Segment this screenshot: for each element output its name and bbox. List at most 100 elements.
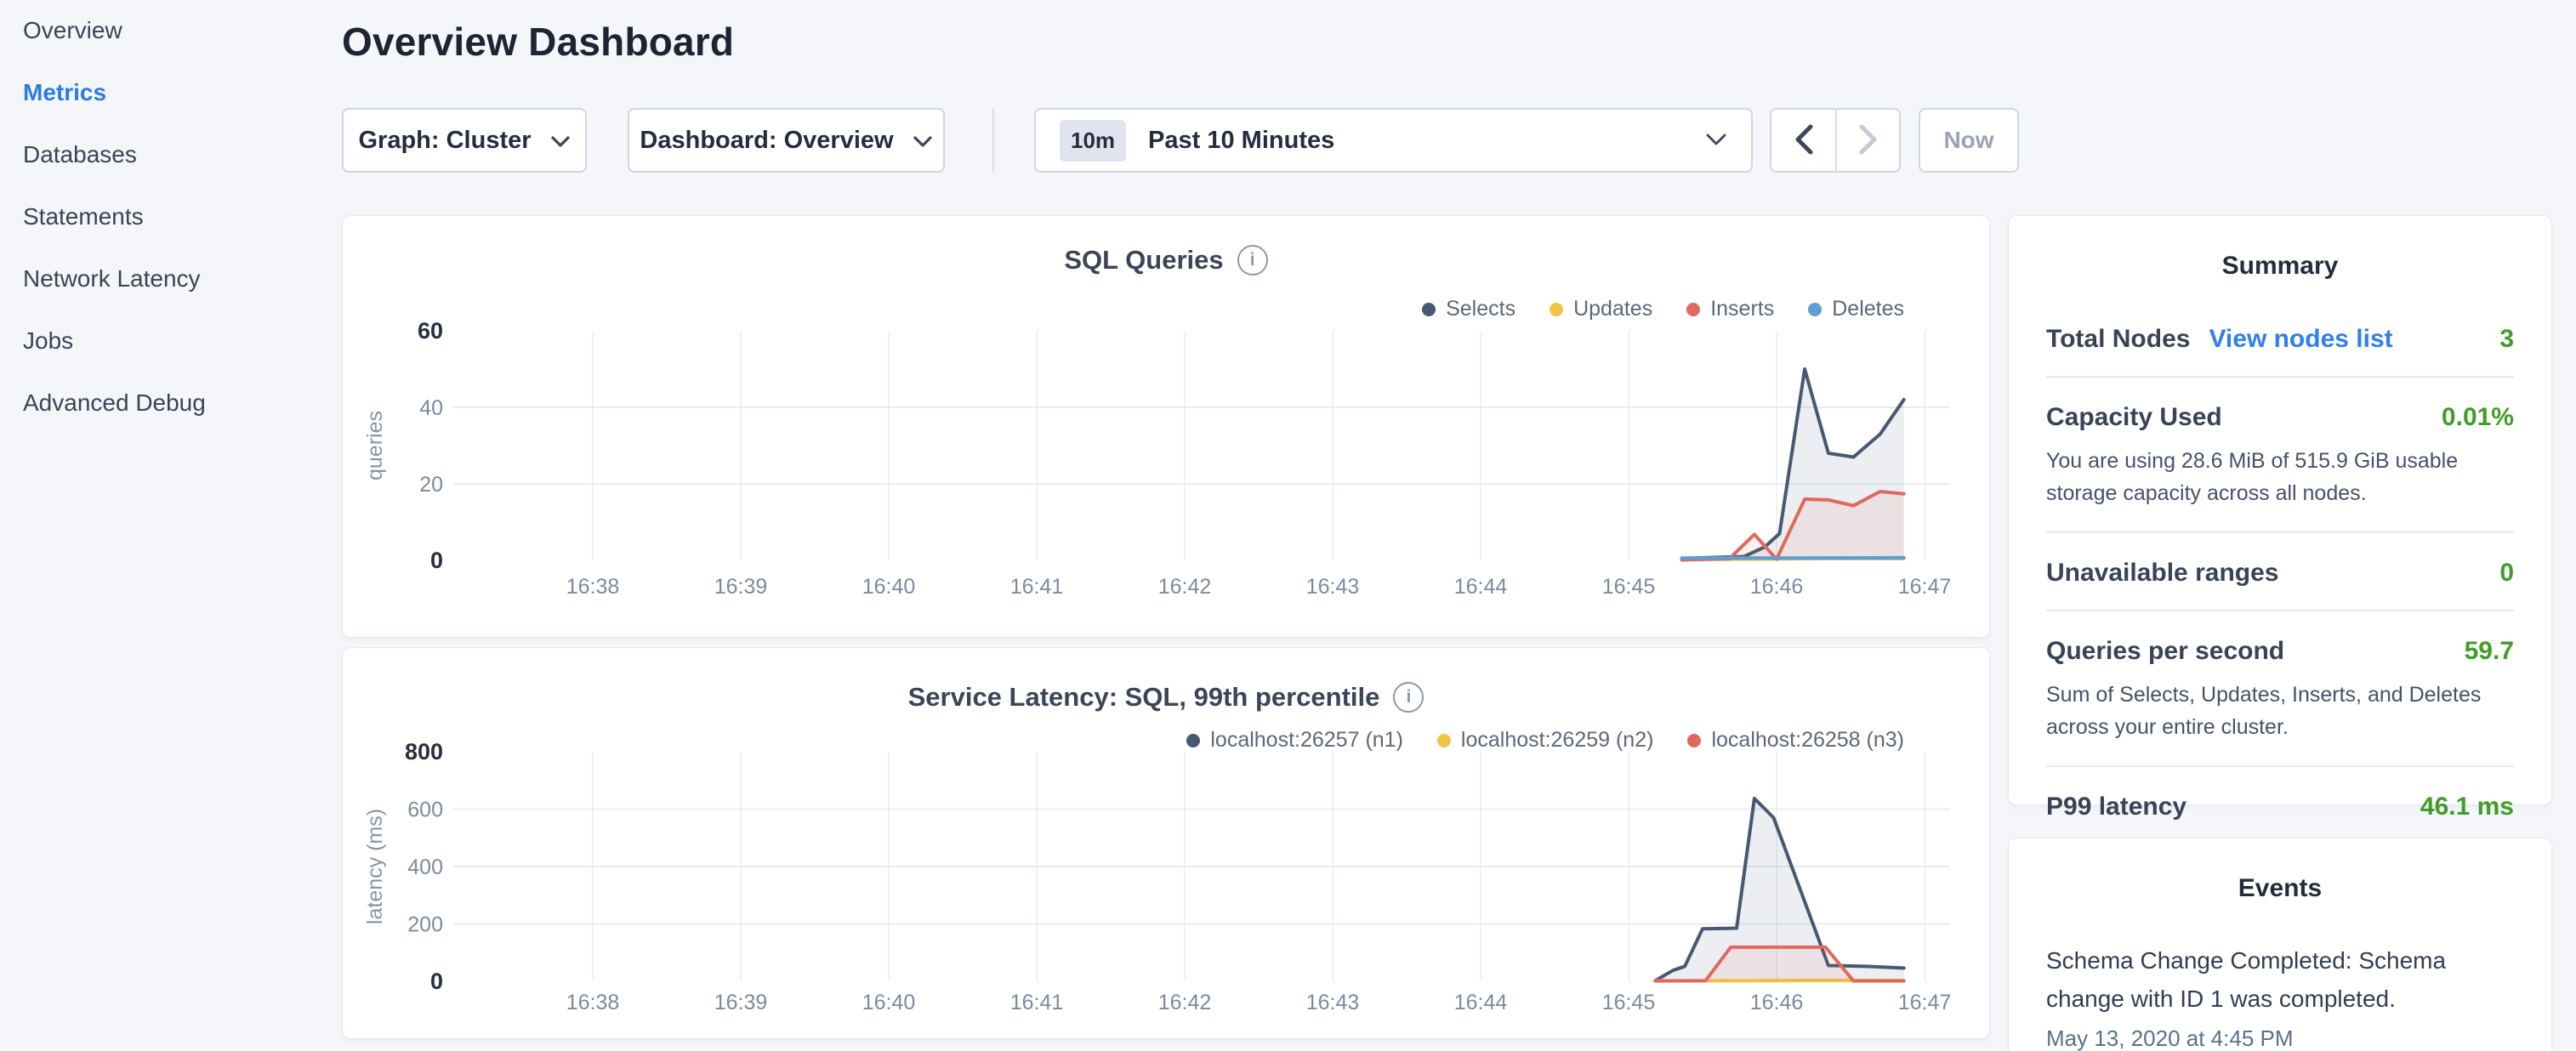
- legend-item-localhost-26259-n2-[interactable]: localhost:26259 (n2): [1437, 728, 1654, 753]
- legend-item-deletes[interactable]: Deletes: [1808, 297, 1904, 321]
- legend-dot-icon: [1437, 734, 1451, 747]
- svg-text:16:46: 16:46: [1750, 575, 1804, 599]
- chart-legend: localhost:26257 (n1) localhost:26259 (n2)…: [1186, 728, 1904, 753]
- sidebar-item-label: Metrics: [23, 79, 106, 105]
- dashboard-dropdown-label: Dashboard: Overview: [640, 127, 893, 155]
- summary-row-top: Unavailable ranges0: [2046, 559, 2514, 588]
- svg-text:16:41: 16:41: [1010, 575, 1064, 599]
- summary-row-top: Capacity Used0.01%: [2046, 403, 2514, 432]
- legend-item-inserts[interactable]: Inserts: [1686, 297, 1774, 321]
- time-next-button[interactable]: [1835, 110, 1899, 171]
- chart-title: SQL Queries: [1064, 245, 1223, 276]
- summary-title: Summary: [2009, 252, 2551, 281]
- summary-row-queries-per-second: Queries per second59.7 Sum of Selects, Up…: [2046, 637, 2514, 743]
- summary-label: Total Nodes: [2046, 325, 2190, 354]
- info-icon[interactable]: i: [1393, 682, 1424, 713]
- events-title: Events: [2009, 874, 2551, 903]
- summary-row-top: Queries per second59.7: [2046, 637, 2514, 666]
- event-timestamp: May 13, 2020 at 4:45 PM: [2046, 1025, 2514, 1051]
- legend-label: localhost:26259 (n2): [1461, 728, 1654, 753]
- summary-divider: [2046, 531, 2514, 533]
- svg-text:16:40: 16:40: [862, 991, 916, 1014]
- chart-legend: Selects Updates Inserts Deletes: [1422, 297, 1904, 321]
- svg-text:16:38: 16:38: [566, 575, 620, 599]
- svg-text:16:43: 16:43: [1306, 575, 1360, 599]
- sidebar: Overview Metrics Databases Statements Networ…: [23, 17, 329, 452]
- summary-divider: [2046, 610, 2514, 611]
- sidebar-item-jobs[interactable]: Jobs: [23, 327, 329, 355]
- svg-text:16:42: 16:42: [1158, 991, 1212, 1014]
- legend-dot-icon: [1686, 303, 1700, 316]
- legend-dot-icon: [1808, 303, 1822, 316]
- legend-label: localhost:26257 (n1): [1210, 728, 1403, 753]
- summary-label: P99 latency: [2046, 793, 2186, 821]
- sidebar-item-overview[interactable]: Overview: [23, 17, 329, 44]
- chevron-down-icon: [1705, 133, 1727, 149]
- svg-text:16:46: 16:46: [1750, 991, 1804, 1014]
- toolbar: Graph: Cluster Dashboard: Overview 10m P…: [342, 107, 2019, 173]
- nodes-list-link[interactable]: View nodes list: [2209, 325, 2392, 354]
- svg-text:0: 0: [430, 969, 443, 994]
- legend-item-localhost-26258-n3-[interactable]: localhost:26258 (n3): [1687, 728, 1904, 753]
- svg-text:16:44: 16:44: [1454, 575, 1508, 599]
- legend-label: Inserts: [1710, 297, 1774, 321]
- summary-row-top: Total Nodes View nodes list 3: [2046, 325, 2514, 354]
- chevron-right-icon: [1857, 123, 1879, 158]
- summary-value: 46.1 ms: [2420, 793, 2514, 821]
- svg-text:queries: queries: [363, 411, 387, 480]
- time-prev-button[interactable]: [1771, 110, 1835, 171]
- summary-row-top: P99 latency 46.1 ms: [2046, 793, 2514, 821]
- svg-text:0: 0: [430, 548, 443, 573]
- time-range-picker[interactable]: 10m Past 10 Minutes: [1034, 108, 1753, 173]
- summary-divider: [2046, 376, 2514, 378]
- svg-text:20: 20: [419, 473, 443, 497]
- svg-text:40: 40: [419, 396, 443, 420]
- sidebar-item-label: Overview: [23, 17, 122, 43]
- summary-rows: Total Nodes View nodes list 3 Capacity Used…: [2046, 325, 2514, 821]
- sidebar-item-databases[interactable]: Databases: [23, 141, 329, 168]
- summary-value: 59.7: [2465, 637, 2514, 666]
- svg-text:16:39: 16:39: [714, 575, 768, 599]
- legend-dot-icon: [1186, 734, 1200, 747]
- sidebar-item-metrics[interactable]: Metrics: [23, 79, 329, 106]
- svg-text:400: 400: [407, 855, 443, 879]
- summary-value: 0: [2499, 559, 2514, 588]
- summary-value: 3: [2499, 325, 2514, 354]
- chevron-down-icon: [913, 127, 933, 155]
- svg-text:800: 800: [405, 739, 443, 764]
- legend-dot-icon: [1550, 303, 1563, 316]
- svg-text:16:45: 16:45: [1602, 991, 1656, 1014]
- svg-text:60: 60: [418, 318, 443, 344]
- sidebar-item-label: Jobs: [23, 327, 73, 354]
- summary-value: 0.01%: [2442, 403, 2514, 432]
- dashboard-dropdown[interactable]: Dashboard: Overview: [628, 108, 945, 173]
- svg-text:16:47: 16:47: [1898, 575, 1952, 599]
- svg-text:16:38: 16:38: [566, 991, 620, 1014]
- legend-item-updates[interactable]: Updates: [1550, 297, 1652, 321]
- chevron-down-icon: [550, 127, 571, 155]
- info-icon[interactable]: i: [1237, 245, 1268, 276]
- sidebar-item-statements[interactable]: Statements: [23, 203, 329, 230]
- svg-text:16:41: 16:41: [1010, 991, 1064, 1014]
- svg-text:16:43: 16:43: [1306, 991, 1360, 1014]
- sql-queries-chart-card: SQL Queries i Selects Updates Inserts Delet…: [342, 215, 1990, 638]
- legend-item-localhost-26257-n1-[interactable]: localhost:26257 (n1): [1186, 728, 1403, 753]
- sidebar-item-advanced-debug[interactable]: Advanced Debug: [23, 389, 329, 417]
- page: Overview Metrics Databases Statements Networ…: [0, 0, 2576, 1051]
- summary-panel: Summary Total Nodes View nodes list 3 Capac…: [2008, 215, 2552, 805]
- svg-text:16:42: 16:42: [1158, 575, 1212, 599]
- sidebar-item-label: Databases: [23, 141, 137, 168]
- summary-row-total-nodes: Total Nodes View nodes list 3: [2046, 325, 2514, 354]
- sidebar-list: Overview Metrics Databases Statements Networ…: [23, 17, 329, 417]
- graph-dropdown[interactable]: Graph: Cluster: [342, 108, 587, 173]
- toolbar-divider: [992, 108, 994, 173]
- legend-label: localhost:26258 (n3): [1711, 728, 1904, 753]
- summary-description: Sum of Selects, Updates, Inserts, and De…: [2046, 679, 2514, 743]
- now-button[interactable]: Now: [1919, 108, 2019, 173]
- chevron-left-icon: [1793, 123, 1815, 158]
- sidebar-item-network-latency[interactable]: Network Latency: [23, 265, 329, 293]
- svg-text:16:44: 16:44: [1454, 991, 1508, 1014]
- legend-item-selects[interactable]: Selects: [1422, 297, 1515, 321]
- summary-description: You are using 28.6 MiB of 515.9 GiB usab…: [2046, 446, 2514, 509]
- svg-text:16:40: 16:40: [862, 575, 916, 599]
